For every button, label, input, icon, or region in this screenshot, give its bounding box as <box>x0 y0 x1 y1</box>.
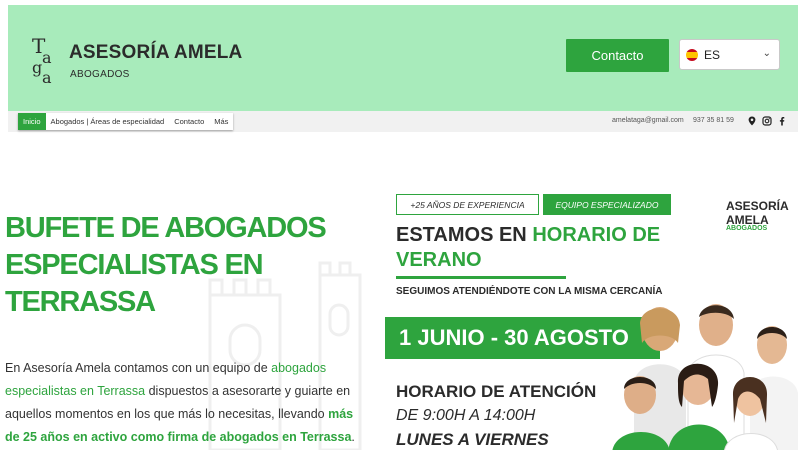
nav-phone[interactable]: 937 35 81 59 <box>693 117 734 124</box>
svg-text:a: a <box>42 68 52 85</box>
facebook-icon[interactable] <box>777 116 787 126</box>
spain-flag-icon <box>686 48 698 61</box>
hours-range: DE 9:00H A 14:00H <box>396 407 536 424</box>
language-select[interactable]: ES ⌄ <box>679 39 780 70</box>
brand-subtitle: ABOGADOS <box>70 69 130 80</box>
nav-bar: Inicio Abogados | Áreas de especialidad … <box>8 111 798 132</box>
svg-text:a: a <box>42 48 52 67</box>
banner-subtitle: SEGUIMOS ATENDIÉNDOTE CON LA MISMA CERCA… <box>396 286 663 297</box>
banner-divider <box>396 276 566 279</box>
pill-team: EQUIPO ESPECIALIZADO <box>543 194 671 215</box>
hero-para-text-1: En Asesoría Amela contamos con un equipo… <box>5 361 272 375</box>
nav-item-mas[interactable]: Más <box>209 113 233 130</box>
summer-hours-banner: +25 AÑOS DE EXPERIENCIA EQUIPO ESPECIALI… <box>380 185 800 450</box>
contact-button[interactable]: Contacto <box>566 39 669 72</box>
team-photo <box>612 304 798 450</box>
nav-item-contacto[interactable]: Contacto <box>169 113 209 130</box>
banner-title: ESTAMOS EN HORARIO DE VERANO <box>396 223 696 273</box>
banner-title-plain: ESTAMOS EN <box>396 224 533 246</box>
map-pin-icon[interactable] <box>747 116 757 126</box>
chevron-down-icon: ⌄ <box>762 48 771 59</box>
brand-name[interactable]: ASESORÍA AMELA <box>69 42 242 64</box>
banner-brand-line-1: ASESORÍA <box>726 199 789 213</box>
language-label: ES <box>704 47 721 62</box>
working-days: LUNES A VIERNES <box>396 430 549 449</box>
hero-para-text-3: . <box>351 430 355 444</box>
site-header: T a g a ASESORÍA AMELA ABOGADOS Contacto… <box>8 5 798 111</box>
taga-logo[interactable]: T a g a <box>30 35 60 85</box>
pill-experience: +25 AÑOS DE EXPERIENCIA <box>396 194 539 215</box>
hours-title: HORARIO DE ATENCIÓN <box>396 382 597 401</box>
hero-title: BUFETE DE ABOGADOS ESPECIALISTAS EN TERR… <box>5 212 327 318</box>
nav-item-inicio[interactable]: Inicio <box>18 113 46 130</box>
hero-paragraph: En Asesoría Amela contamos con un equipo… <box>5 357 357 449</box>
svg-text:g: g <box>32 58 42 77</box>
instagram-icon[interactable] <box>762 116 772 126</box>
nav-email[interactable]: amelataga@gmail.com <box>612 117 684 124</box>
nav-item-abogados[interactable]: Abogados | Áreas de especialidad <box>46 113 170 130</box>
main-menu: Inicio Abogados | Áreas de especialidad … <box>18 113 234 130</box>
banner-brand-line-3: ABOGADOS <box>726 225 768 232</box>
